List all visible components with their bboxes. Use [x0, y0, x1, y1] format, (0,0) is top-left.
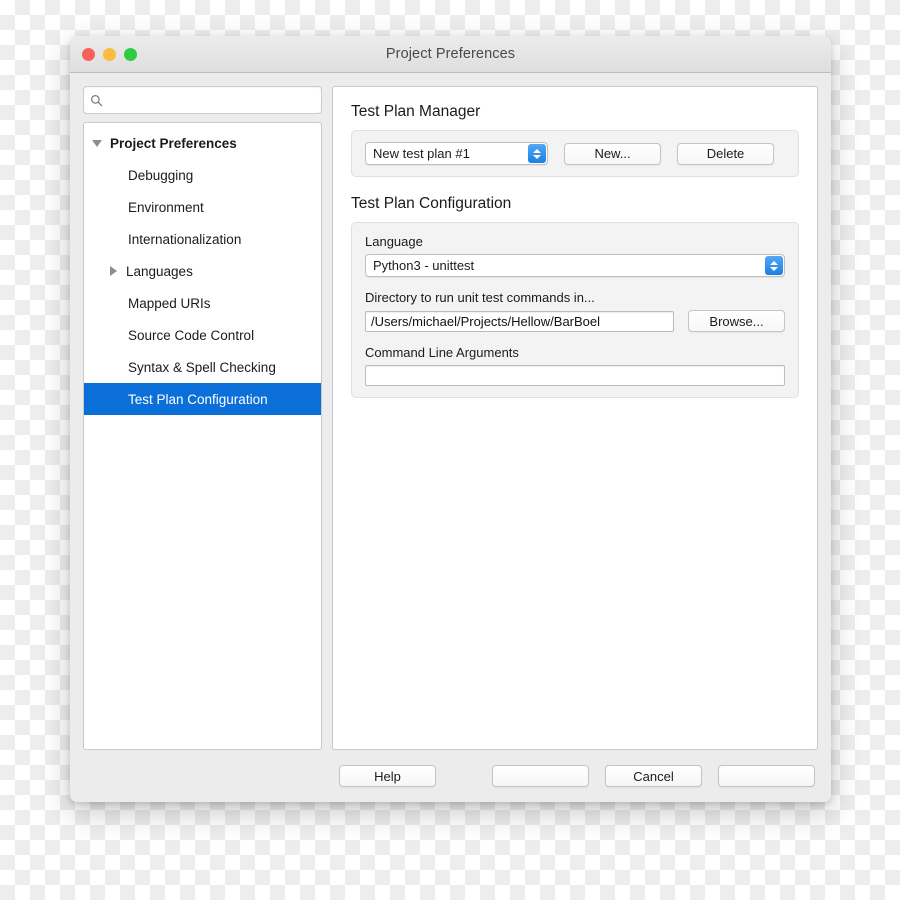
search-input[interactable] — [103, 93, 315, 107]
tree-item-label: Project Preferences — [110, 135, 237, 151]
delete-test-plan-button[interactable]: Delete — [677, 142, 774, 165]
window-body: Project Preferences Debugging Environmen… — [70, 73, 831, 750]
language-label: Language — [365, 234, 423, 249]
test-plan-select[interactable]: New test plan #1 — [365, 142, 548, 165]
close-button-icon[interactable] — [82, 47, 95, 61]
test-plan-select-value: New test plan #1 — [373, 146, 470, 161]
search-icon — [91, 94, 103, 106]
preferences-window: Project Preferences Project Preferences … — [70, 36, 831, 802]
language-select-value: Python3 - unittest — [373, 258, 475, 273]
tree-item-label: Languages — [126, 263, 193, 279]
directory-row: Browse... — [365, 310, 785, 332]
sidebar: Project Preferences Debugging Environmen… — [83, 86, 322, 750]
tree-item-label: Environment — [128, 199, 204, 215]
tree-item-source-code-control[interactable]: Source Code Control — [84, 319, 321, 351]
directory-label: Directory to run unit test commands in..… — [365, 290, 595, 305]
traffic-light-group — [82, 36, 137, 72]
directory-input[interactable] — [365, 310, 674, 332]
tree-item-internationalization[interactable]: Internationalization — [84, 223, 321, 255]
command-line-arguments-label: Command Line Arguments — [365, 345, 519, 360]
chevron-down-icon[interactable] — [92, 139, 102, 147]
new-test-plan-button[interactable]: New... — [564, 142, 661, 165]
tree-item-project-preferences[interactable]: Project Preferences — [84, 127, 321, 159]
preferences-detail-pane: Test Plan Manager New test plan #1 New..… — [332, 86, 818, 750]
cancel-button[interactable]: Cancel — [605, 765, 702, 787]
chevron-right-icon[interactable] — [110, 266, 117, 276]
unlabeled-button-2[interactable] — [718, 765, 815, 787]
command-line-arguments-input[interactable] — [365, 365, 785, 386]
window-title: Project Preferences — [385, 46, 516, 62]
test-plan-manager-row: New test plan #1 New... Delete — [365, 142, 785, 165]
tree-item-debugging[interactable]: Debugging — [84, 159, 321, 191]
zoom-button-icon[interactable] — [124, 47, 137, 61]
test-plan-configuration-group: Language Python3 - unittest Directory to… — [351, 222, 799, 398]
test-plan-configuration-heading: Test Plan Configuration — [351, 195, 512, 212]
tree-item-languages[interactable]: Languages — [84, 255, 321, 287]
tree-item-label: Internationalization — [128, 231, 242, 247]
preferences-tree[interactable]: Project Preferences Debugging Environmen… — [83, 122, 322, 750]
window-titlebar: Project Preferences — [70, 36, 831, 73]
tree-item-mapped-uris[interactable]: Mapped URIs — [84, 287, 321, 319]
test-plan-manager-heading: Test Plan Manager — [351, 103, 481, 120]
tree-item-label: Test Plan Configuration — [128, 391, 268, 407]
tree-item-test-plan-configuration[interactable]: Test Plan Configuration — [84, 383, 321, 415]
tree-item-label: Source Code Control — [128, 327, 255, 343]
help-button[interactable]: Help — [339, 765, 436, 787]
tree-item-environment[interactable]: Environment — [84, 191, 321, 223]
tree-item-label: Syntax & Spell Checking — [128, 359, 276, 375]
window-footer: Help Cancel — [70, 750, 831, 802]
stepper-arrows-icon[interactable] — [528, 144, 546, 163]
minimize-button-icon[interactable] — [103, 47, 116, 61]
test-plan-manager-group: New test plan #1 New... Delete — [351, 130, 799, 177]
unlabeled-button-1[interactable] — [492, 765, 589, 787]
search-field[interactable] — [83, 86, 322, 114]
tree-item-syntax-spell-checking[interactable]: Syntax & Spell Checking — [84, 351, 321, 383]
language-select[interactable]: Python3 - unittest — [365, 254, 785, 277]
tree-item-label: Debugging — [128, 167, 194, 183]
stepper-arrows-icon[interactable] — [765, 256, 783, 275]
browse-button[interactable]: Browse... — [688, 310, 785, 332]
tree-item-label: Mapped URIs — [128, 295, 211, 311]
